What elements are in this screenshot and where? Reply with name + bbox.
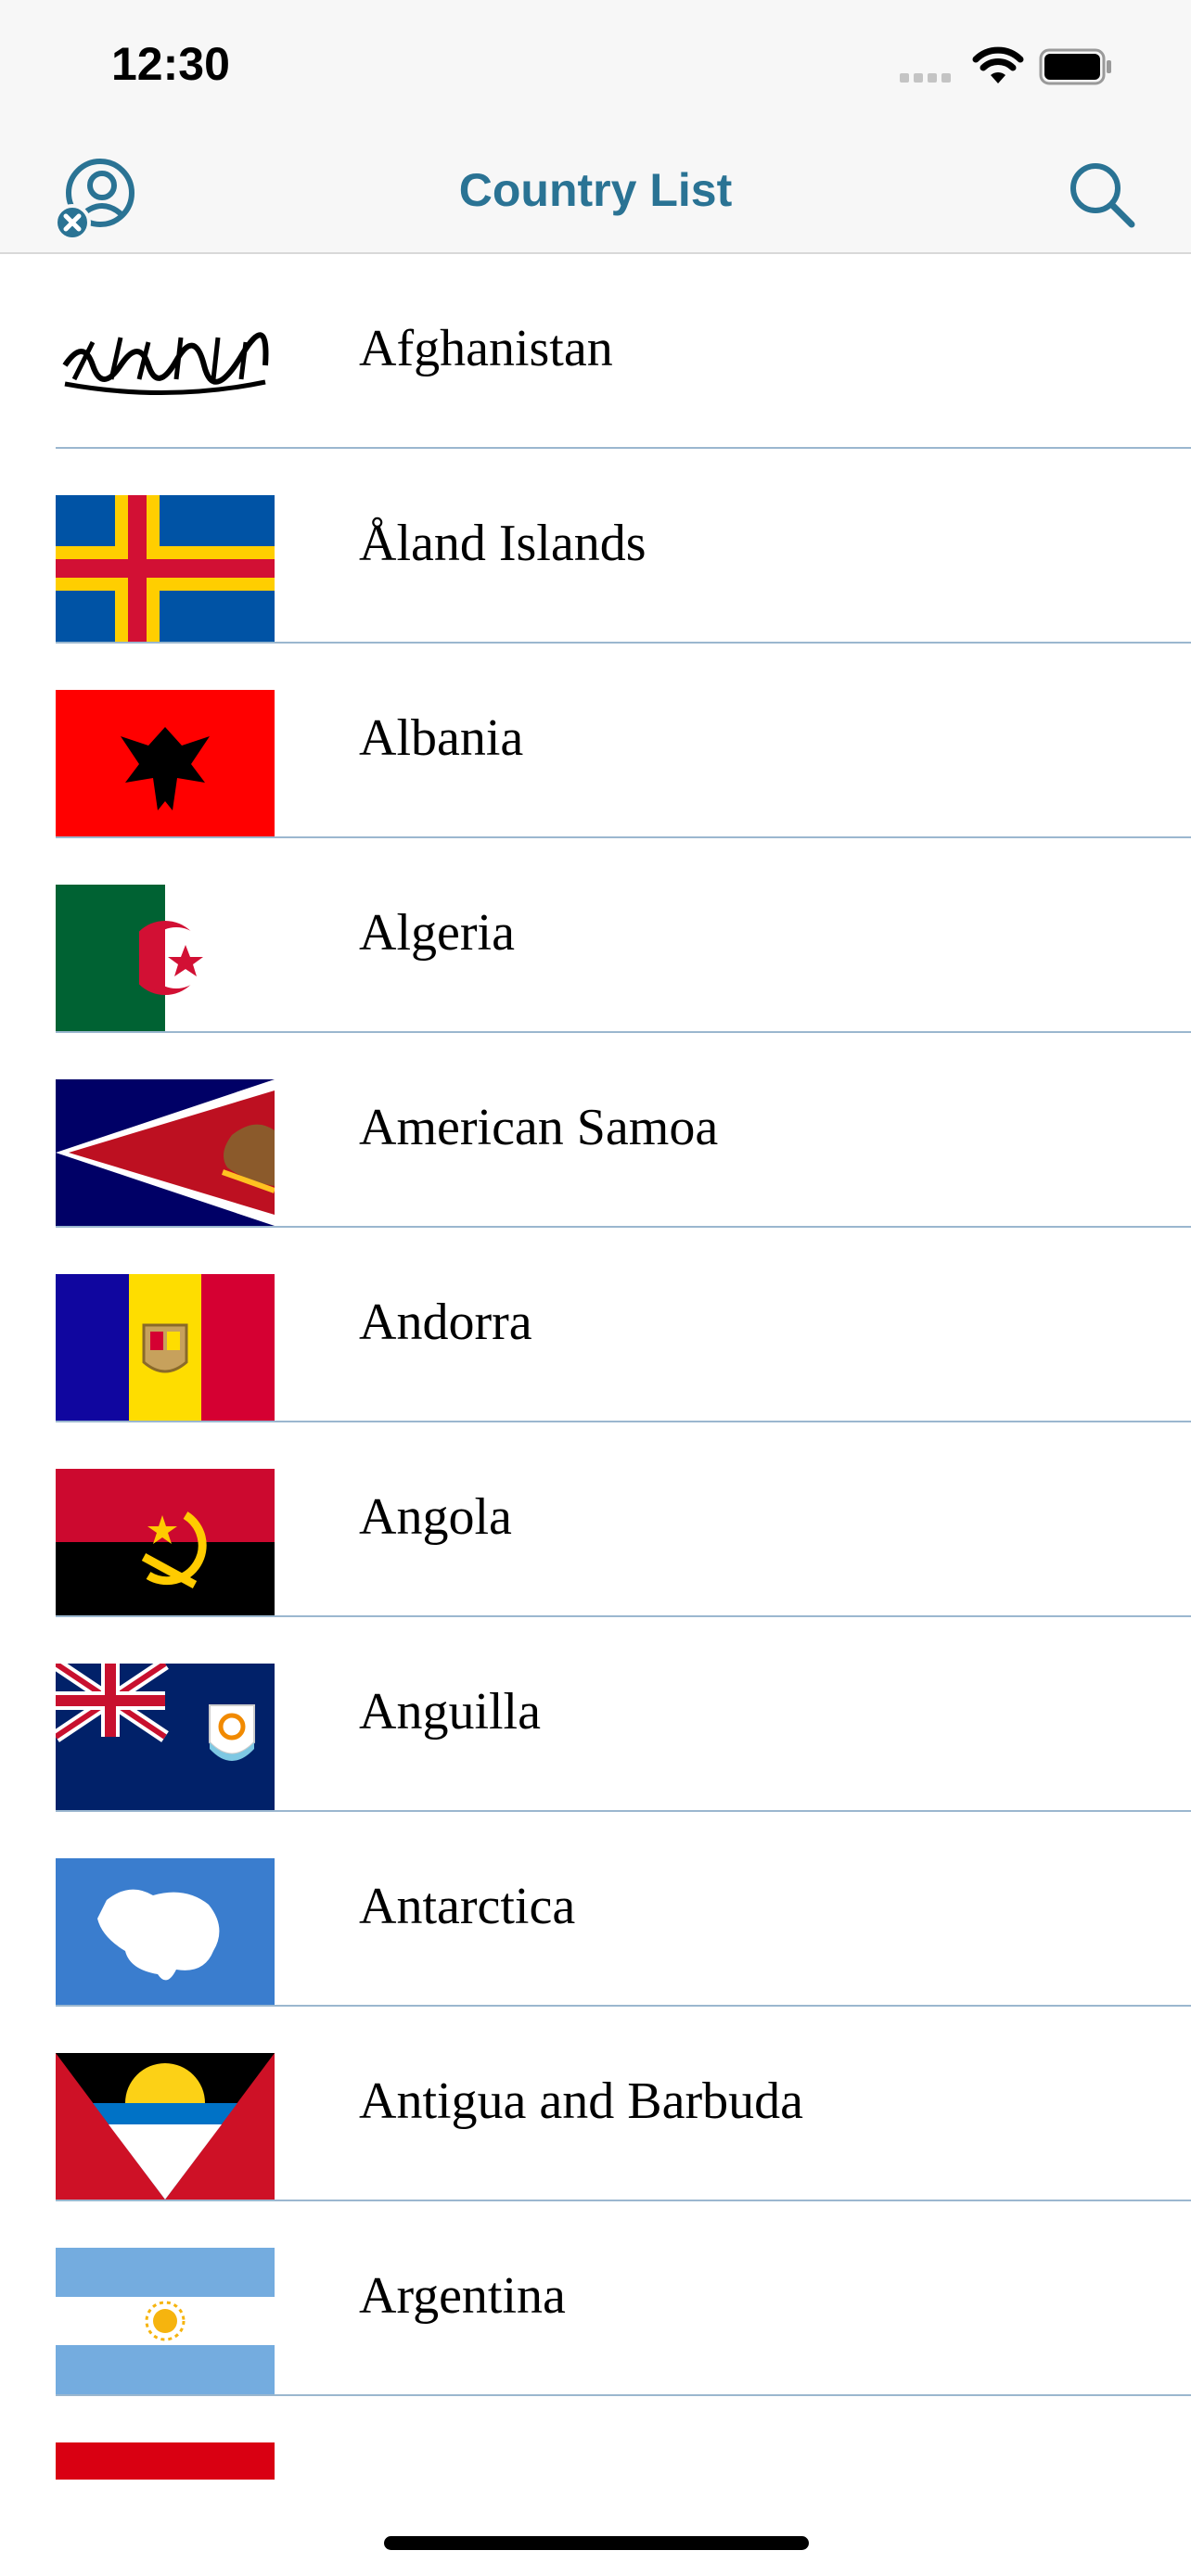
list-item-andorra[interactable]: Andorra <box>56 1228 1191 1422</box>
anguilla-flag-icon <box>56 1664 275 1810</box>
aland-islands-flag-icon <box>56 495 275 642</box>
list-item-angola[interactable]: Angola <box>56 1422 1191 1617</box>
navigation-bar: Country List <box>0 139 1191 254</box>
list-item-albania[interactable]: Albania <box>56 644 1191 838</box>
list-item-partial[interactable] <box>56 2396 1191 2480</box>
albania-flag-icon <box>56 690 275 836</box>
search-icon[interactable] <box>1065 158 1139 232</box>
status-bar: 12:30 <box>0 0 1191 139</box>
list-item-antigua-and-barbuda[interactable]: Antigua and Barbuda <box>56 2007 1191 2201</box>
american-samoa-flag-icon <box>56 1079 275 1226</box>
country-name: Afghanistan <box>359 320 613 377</box>
country-name: Anguilla <box>359 1683 541 1741</box>
list-item-antarctica[interactable]: Antarctica <box>56 1812 1191 2007</box>
country-name: Angola <box>359 1488 512 1546</box>
country-name: Albania <box>359 709 524 767</box>
afghanistan-flag-icon <box>56 300 275 447</box>
page-title: Country List <box>458 164 733 216</box>
antigua-and-barbuda-flag-icon <box>56 2053 275 2200</box>
list-item-american-samoa[interactable]: American Samoa <box>56 1033 1191 1228</box>
list-item-argentina[interactable]: Argentina <box>56 2201 1191 2396</box>
armenia-flag-icon <box>56 2442 275 2480</box>
wifi-icon <box>972 46 1024 83</box>
country-list[interactable]: Afghanistan Åland Islands Albania Algeri… <box>0 254 1191 2480</box>
algeria-flag-icon <box>56 885 275 1031</box>
country-name: Andorra <box>359 1294 532 1351</box>
country-name: Argentina <box>359 2267 566 2325</box>
list-item-anguilla[interactable]: Anguilla <box>56 1617 1191 1812</box>
angola-flag-icon <box>56 1469 275 1615</box>
status-time: 12:30 <box>111 38 230 90</box>
list-item-afghanistan[interactable]: Afghanistan <box>56 254 1191 449</box>
country-name: Antarctica <box>359 1878 576 1935</box>
list-item-aland-islands[interactable]: Åland Islands <box>56 449 1191 644</box>
andorra-flag-icon <box>56 1274 275 1421</box>
country-name: American Samoa <box>359 1099 719 1156</box>
home-indicator[interactable] <box>384 2536 809 2550</box>
country-name: Åland Islands <box>359 515 647 572</box>
country-name: Algeria <box>359 904 515 962</box>
antarctica-flag-icon <box>56 1858 275 2005</box>
list-item-algeria[interactable]: Algeria <box>56 838 1191 1033</box>
argentina-flag-icon <box>56 2248 275 2394</box>
battery-icon <box>1039 48 1111 85</box>
country-name: Antigua and Barbuda <box>359 2072 803 2130</box>
cellular-signal-icon <box>900 70 955 87</box>
